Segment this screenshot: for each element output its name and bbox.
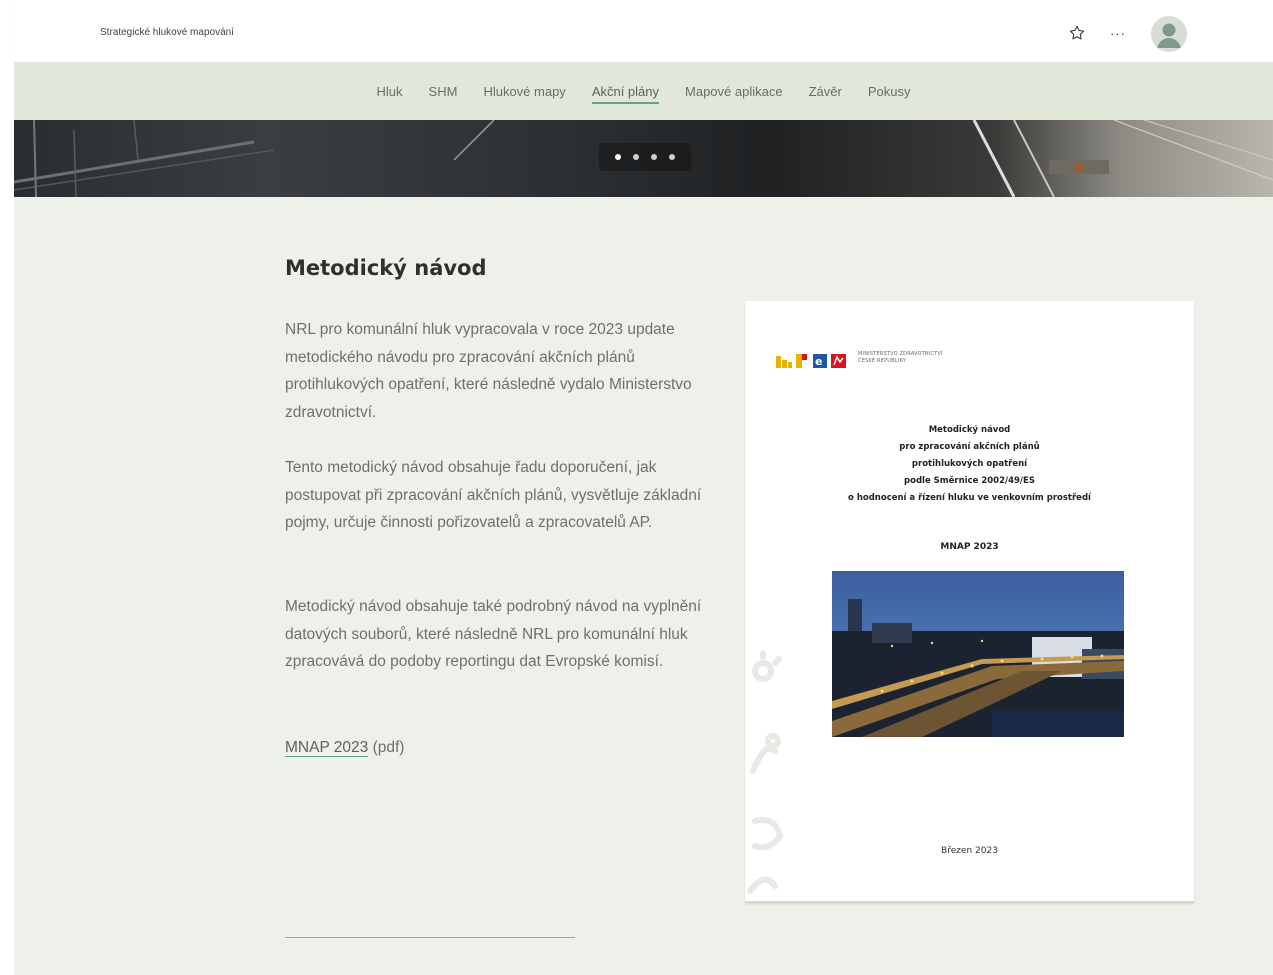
hero-banner bbox=[14, 120, 1273, 197]
document-cover-image[interactable]: e MINISTERSTVO ZDRAVOTNICTVÍ ČESKÉ REPUB… bbox=[745, 301, 1194, 903]
avatar-icon bbox=[1151, 16, 1187, 52]
pdf-link[interactable]: MNAP 2023 bbox=[285, 739, 369, 757]
nav-label: Pokusy bbox=[867, 84, 911, 99]
avatar[interactable] bbox=[1151, 16, 1187, 52]
nav-item-akcni-plany[interactable]: Akční plány bbox=[579, 84, 672, 104]
nav-item-mapove-aplikace[interactable]: Mapové aplikace bbox=[672, 84, 796, 99]
nav-item-hlukove-mapy[interactable]: Hlukové mapy bbox=[470, 84, 578, 99]
site-title[interactable]: Strategické hlukové mapování bbox=[100, 27, 234, 38]
title-line: pro zpracování akčních plánů bbox=[899, 442, 1040, 452]
title-line: podle Směrnice 2002/49/ES bbox=[904, 476, 1035, 486]
city-night-photo bbox=[832, 571, 1124, 737]
slide-dot[interactable] bbox=[633, 154, 639, 160]
document-title: Metodický návod pro zpracování akčních p… bbox=[745, 422, 1194, 507]
slide-dot[interactable] bbox=[615, 154, 621, 160]
section-heading: Metodický návod bbox=[285, 256, 487, 280]
slide-dot[interactable] bbox=[669, 154, 675, 160]
ministry-line: ČESKÉ REPUBLIKY bbox=[858, 358, 907, 364]
title-line: protihlukových opatření bbox=[911, 459, 1028, 469]
paragraph-intro: NRL pro komunální hluk vypracovala v roc… bbox=[285, 321, 692, 421]
document-code: MNAP 2023 bbox=[940, 542, 999, 552]
title-line: Metodický návod bbox=[928, 425, 1011, 435]
ministry-logo: e bbox=[776, 354, 846, 368]
decorative-figures bbox=[747, 650, 784, 894]
section-divider bbox=[285, 937, 575, 938]
nav-item-pokusy[interactable]: Pokusy bbox=[855, 84, 924, 99]
pdf-download: MNAP 2023 (pdf) bbox=[285, 734, 404, 761]
star-icon[interactable] bbox=[1068, 24, 1086, 42]
svg-text:e: e bbox=[815, 355, 822, 368]
nav-item-zaver[interactable]: Závěr bbox=[796, 84, 855, 99]
nav-label: SHM bbox=[428, 84, 458, 99]
site-header: Strategické hlukové mapování ··· bbox=[14, 0, 1273, 62]
nav-label: Závěr bbox=[808, 84, 842, 99]
ministry-name: MINISTERSTVO ZDRAVOTNICTVÍ ČESKÉ REPUBLI… bbox=[858, 351, 943, 365]
ministry-line: MINISTERSTVO ZDRAVOTNICTVÍ bbox=[858, 351, 943, 357]
nav-label: Hluk bbox=[376, 84, 403, 99]
slide-dot[interactable] bbox=[651, 154, 657, 160]
main-navigation: Hluk SHM Hlukové mapy Akční plány Mapové… bbox=[14, 62, 1273, 120]
paragraph-recommendations: Tento metodický návod obsahuje řadu dopo… bbox=[285, 459, 702, 531]
paragraph-data-files: Metodický návod obsahuje také podrobný n… bbox=[285, 598, 702, 670]
page-frame: Strategické hlukové mapování ··· Hluk SH… bbox=[14, 0, 1273, 975]
nav-item-hluk[interactable]: Hluk bbox=[364, 84, 416, 99]
document-date: Březen 2023 bbox=[941, 846, 998, 856]
pdf-suffix: (pdf) bbox=[368, 739, 405, 756]
nav-label: Mapové aplikace bbox=[685, 84, 783, 99]
title-line: o hodnocení a řízení hluku ve venkovním … bbox=[848, 493, 1091, 503]
nav-item-shm[interactable]: SHM bbox=[416, 84, 471, 99]
slide-indicators bbox=[599, 143, 691, 171]
nav-label: Hlukové mapy bbox=[483, 84, 566, 99]
nav-label: Akční plány bbox=[591, 84, 660, 104]
more-icon[interactable]: ··· bbox=[1110, 26, 1126, 41]
